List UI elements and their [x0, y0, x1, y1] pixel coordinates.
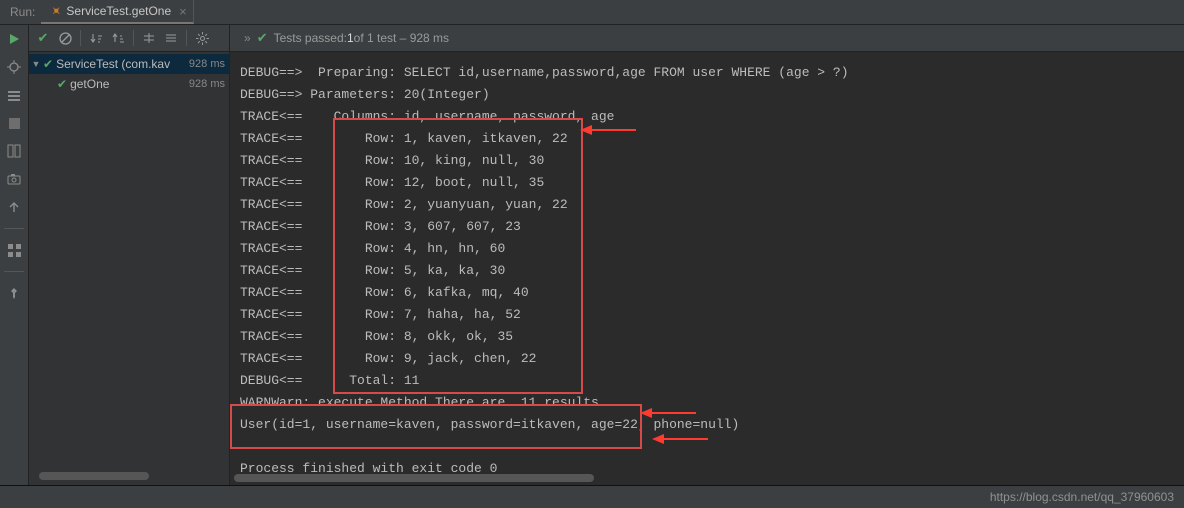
- console-line: DEBUG==> Parameters: 20(Integer): [230, 84, 1184, 106]
- sort-up-icon[interactable]: [108, 28, 128, 48]
- separator: [4, 228, 24, 229]
- check-icon: ✔: [257, 30, 268, 46]
- status-rest: of 1 test – 928 ms: [354, 31, 449, 45]
- fast-forward-icon[interactable]: »: [244, 31, 251, 45]
- console-line: TRACE<== Row: 10, king, null, 30: [230, 150, 1184, 172]
- sort-down-icon[interactable]: [86, 28, 106, 48]
- grid-icon[interactable]: [5, 241, 23, 259]
- frames-icon[interactable]: [5, 86, 23, 104]
- chevron-down-icon[interactable]: ▼: [29, 59, 43, 69]
- tree-root-time: 928 ms: [189, 58, 225, 70]
- main-area: ✔ ▼ ✔: [0, 25, 1184, 485]
- cancel-filter-icon[interactable]: [55, 28, 75, 48]
- test-status-bar: » ✔ Tests passed: 1 of 1 test – 928 ms: [230, 25, 1184, 52]
- console-line: User(id=1, username=kaven, password=itka…: [230, 414, 1184, 436]
- console-line: TRACE<== Row: 4, hn, hn, 60: [230, 238, 1184, 260]
- console-scrollbar[interactable]: [230, 473, 1184, 483]
- status-prefix: Tests passed:: [274, 31, 347, 45]
- console-line: TRACE<== Columns: id, username, password…: [230, 106, 1184, 128]
- ok-filter-icon[interactable]: ✔: [33, 28, 53, 48]
- toolbar-divider: [80, 30, 81, 46]
- bottom-tool-bar: [0, 485, 1184, 508]
- console-line: WARNWarn: execute Method There are 11 re…: [230, 392, 1184, 414]
- left-gutter: [0, 25, 29, 485]
- check-icon: ✔: [57, 77, 67, 91]
- tree-scrollbar[interactable]: [29, 471, 229, 483]
- stop-icon[interactable]: [5, 114, 23, 132]
- run-tab[interactable]: ✦ ServiceTest.getOne ×: [41, 0, 193, 24]
- test-tree-panel: ✔ ▼ ✔: [29, 25, 230, 485]
- console-line: DEBUG<== Total: 11: [230, 370, 1184, 392]
- play-icon[interactable]: [5, 30, 23, 48]
- tree-child-time: 928 ms: [189, 78, 225, 90]
- toolbar-divider: [186, 30, 187, 46]
- export-icon[interactable]: [5, 198, 23, 216]
- run-label: Run:: [4, 5, 41, 19]
- console-line: TRACE<== Row: 9, jack, chen, 22: [230, 348, 1184, 370]
- tab-title: ServiceTest.getOne: [66, 4, 171, 18]
- console-line: TRACE<== Row: 3, 607, 607, 23: [230, 216, 1184, 238]
- console-line: DEBUG==> Preparing: SELECT id,username,p…: [230, 62, 1184, 84]
- check-icon: ✔: [43, 57, 53, 71]
- console-line: TRACE<== Row: 6, kafka, mq, 40: [230, 282, 1184, 304]
- close-icon[interactable]: ×: [179, 4, 187, 19]
- console-line: TRACE<== Row: 2, yuanyuan, yuan, 22: [230, 194, 1184, 216]
- expand-all-icon[interactable]: [139, 28, 159, 48]
- console-line: [230, 436, 1184, 458]
- layout-icon[interactable]: [5, 142, 23, 160]
- console-line: TRACE<== Row: 5, ka, ka, 30: [230, 260, 1184, 282]
- debug-icon[interactable]: [5, 58, 23, 76]
- gear-icon[interactable]: [192, 28, 212, 48]
- tree-child-label: getOne: [70, 77, 109, 91]
- console-line: TRACE<== Row: 12, boot, null, 35: [230, 172, 1184, 194]
- top-bar: Run: ✦ ServiceTest.getOne ×: [0, 0, 1184, 25]
- collapse-all-icon[interactable]: [161, 28, 181, 48]
- test-tree[interactable]: ▼ ✔ ServiceTest (com.kav 928 ms ✔ getOne…: [29, 52, 229, 473]
- tree-child-row[interactable]: ✔ getOne 928 ms: [29, 74, 229, 94]
- console-line: TRACE<== Row: 1, kaven, itkaven, 22: [230, 128, 1184, 150]
- console-line: TRACE<== Row: 8, okk, ok, 35: [230, 326, 1184, 348]
- tree-root-label: ServiceTest (com.kav: [56, 57, 170, 71]
- test-icon: ✦: [48, 2, 65, 19]
- status-passed: 1: [347, 31, 354, 45]
- console-panel: » ✔ Tests passed: 1 of 1 test – 928 ms D…: [230, 25, 1184, 485]
- console-output[interactable]: DEBUG==> Preparing: SELECT id,username,p…: [230, 52, 1184, 485]
- console-line: TRACE<== Row: 7, haha, ha, 52: [230, 304, 1184, 326]
- separator: [4, 271, 24, 272]
- tree-toolbar: ✔: [29, 25, 229, 52]
- tree-root-row[interactable]: ▼ ✔ ServiceTest (com.kav 928 ms: [29, 54, 229, 74]
- toolbar-divider: [133, 30, 134, 46]
- camera-icon[interactable]: [5, 170, 23, 188]
- pin-icon[interactable]: [5, 284, 23, 302]
